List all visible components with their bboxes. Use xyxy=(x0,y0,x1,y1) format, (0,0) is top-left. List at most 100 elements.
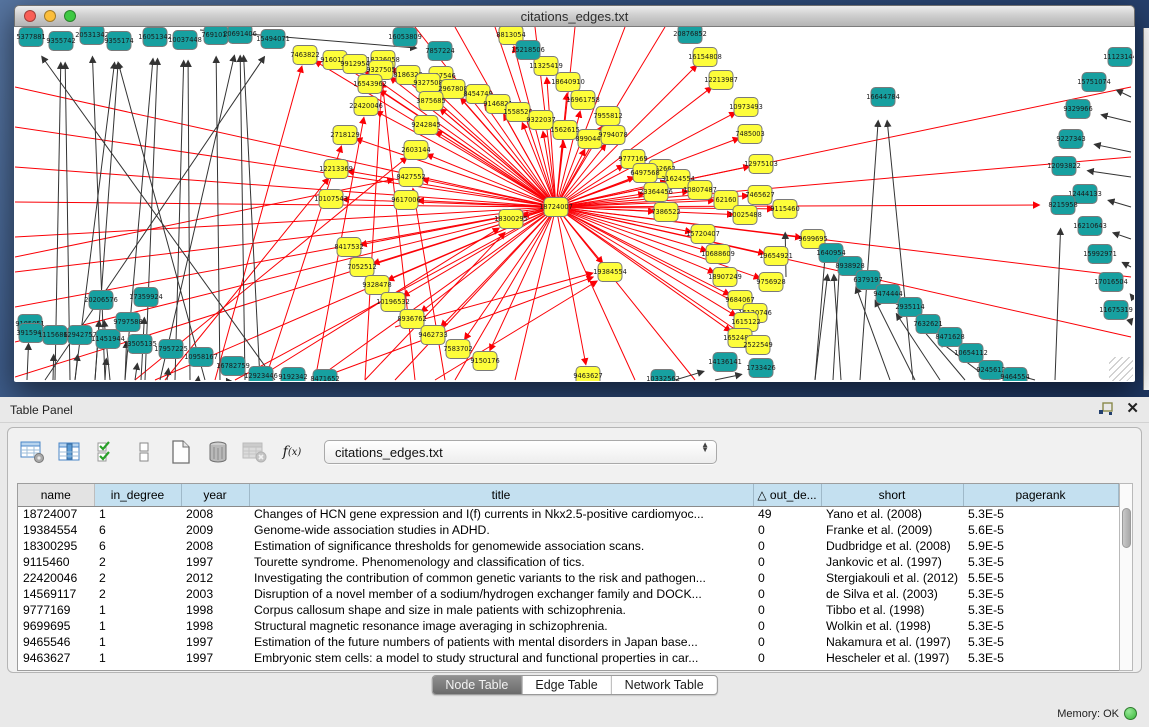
graph-node[interactable]: 9115460 xyxy=(770,200,799,219)
graph-node[interactable]: 15494071 xyxy=(256,30,290,49)
table-cell[interactable]: 1 xyxy=(94,618,181,634)
table-cell[interactable]: 1 xyxy=(94,650,181,666)
table-cell[interactable]: 22420046 xyxy=(18,570,94,586)
table-cell[interactable]: Structural magnetic resonance image aver… xyxy=(249,618,753,634)
graph-node[interactable]: 17957225 xyxy=(154,340,188,359)
table-cell[interactable]: 5.3E-5 xyxy=(963,554,1118,570)
graph-node[interactable]: 7955812 xyxy=(593,107,622,126)
table-cell[interactable]: 19384554 xyxy=(18,522,94,538)
table-cell[interactable]: Estimation of the future numbers of pati… xyxy=(249,634,753,650)
graph-node[interactable]: 10196532 xyxy=(376,293,410,312)
graph-node[interactable]: 12975103 xyxy=(744,155,778,174)
graph-node[interactable]: 8215958 xyxy=(1048,196,1077,215)
graph-node[interactable]: 10332562 xyxy=(646,370,680,382)
table-cell[interactable]: 5.6E-5 xyxy=(963,522,1118,538)
graph-node[interactable]: 22420046 xyxy=(349,97,383,116)
graph-node[interactable]: 23364456 xyxy=(639,183,673,202)
table-cell[interactable]: 0 xyxy=(753,650,821,666)
table-cell[interactable]: 2 xyxy=(94,570,181,586)
table-cell[interactable]: 0 xyxy=(753,554,821,570)
table-row[interactable]: 1830029562008Estimation of significance … xyxy=(18,538,1118,554)
select-all-rows-icon[interactable] xyxy=(92,438,122,466)
graph-node[interactable]: 9192342 xyxy=(278,368,307,382)
table-cell[interactable]: 5.3E-5 xyxy=(963,506,1118,522)
table-cell[interactable]: 6 xyxy=(94,522,181,538)
graph-node[interactable]: 9355742 xyxy=(46,32,75,51)
table-row[interactable]: 977716911998Corpus callosum shape and si… xyxy=(18,602,1118,618)
graph-node[interactable]: 9227343 xyxy=(1056,130,1085,149)
table-cell[interactable]: Jankovic et al. (1997) xyxy=(821,554,963,570)
table-cell[interactable]: 9463627 xyxy=(18,650,94,666)
graph-node[interactable]: 12093822 xyxy=(1047,157,1081,176)
table-cell[interactable]: Tourette syndrome. Phenomenology and cla… xyxy=(249,554,753,570)
column-header-name[interactable]: name xyxy=(18,484,94,506)
graph-node[interactable]: 15992971 xyxy=(1083,245,1117,264)
table-cell[interactable]: 2008 xyxy=(181,506,249,522)
graph-node[interactable]: 7465627 xyxy=(745,186,774,205)
column-header-short[interactable]: short xyxy=(821,484,963,506)
table-cell[interactable]: 5.3E-5 xyxy=(963,634,1118,650)
graph-node[interactable]: 20876852 xyxy=(673,27,707,44)
table-cell[interactable]: 2003 xyxy=(181,586,249,602)
tab-edge-table[interactable]: Edge Table xyxy=(522,676,611,694)
graph-node[interactable]: 9355174 xyxy=(104,32,133,51)
table-cell[interactable]: 2008 xyxy=(181,538,249,554)
float-panel-icon[interactable] xyxy=(1098,402,1114,416)
graph-node[interactable]: 8936762 xyxy=(397,310,426,329)
graph-node[interactable]: 10107543 xyxy=(314,190,348,209)
graph-node[interactable]: 14136141 xyxy=(708,353,742,372)
graph-node[interactable]: 5377881 xyxy=(16,28,45,47)
table-cell[interactable]: de Silva et al. (2003) xyxy=(821,586,963,602)
table-cell[interactable]: Corpus callosum shape and size in male p… xyxy=(249,602,753,618)
table-cell[interactable]: Yano et al. (2008) xyxy=(821,506,963,522)
graph-node[interactable]: 10025488 xyxy=(728,206,762,225)
network-view-window[interactable]: citations_edges.txt 18724007746382291601… xyxy=(14,5,1135,382)
table-cell[interactable]: 5.3E-5 xyxy=(963,602,1118,618)
table-cell[interactable]: Investigating the contribution of common… xyxy=(249,570,753,586)
close-panel-icon[interactable]: ✕ xyxy=(1126,401,1139,416)
graph-node[interactable]: 16961758 xyxy=(566,91,600,110)
table-settings-icon[interactable] xyxy=(18,438,48,466)
graph-node[interactable]: 9462733 xyxy=(418,326,447,345)
table-cell[interactable]: 0 xyxy=(753,634,821,650)
graph-node[interactable]: 8471628 xyxy=(935,328,964,347)
clear-selection-icon[interactable] xyxy=(129,438,159,466)
table-cell[interactable]: 1 xyxy=(94,602,181,618)
graph-node[interactable]: 15720407 xyxy=(686,225,720,244)
table-cell[interactable]: Nakamura et al. (1997) xyxy=(821,634,963,650)
graph-node[interactable]: 18300295 xyxy=(494,210,528,229)
graph-node[interactable]: 15218506 xyxy=(511,41,545,60)
graph-node[interactable]: 19384554 xyxy=(593,263,627,282)
graph-node[interactable]: 11123144 xyxy=(1103,48,1134,67)
column-header-pagerank[interactable]: pagerank xyxy=(963,484,1118,506)
table-row[interactable]: 946554611997Estimation of the future num… xyxy=(18,634,1118,650)
table-row[interactable]: 1456911722003Disruption of a novel membe… xyxy=(18,586,1118,602)
table-cell[interactable]: 9699695 xyxy=(18,618,94,634)
memory-status-icon[interactable] xyxy=(1124,707,1137,720)
network-canvas[interactable]: 1872400774638229160128991295418226058932… xyxy=(15,27,1134,381)
graph-node[interactable]: 9464554 xyxy=(1000,368,1029,382)
table-cell[interactable]: Tibbo et al. (1998) xyxy=(821,602,963,618)
tab-network-table[interactable]: Network Table xyxy=(612,676,717,694)
graph-node[interactable]: 12213987 xyxy=(704,71,738,90)
graph-node[interactable]: 8471652 xyxy=(310,370,339,382)
table-cell[interactable]: 0 xyxy=(753,570,821,586)
table-cell[interactable]: 1 xyxy=(94,506,181,522)
graph-node[interactable]: 3875685 xyxy=(416,92,445,111)
graph-node[interactable]: 6497568 xyxy=(630,164,659,183)
table-cell[interactable]: 18724007 xyxy=(18,506,94,522)
table-row[interactable]: 969969511998Structural magnetic resonanc… xyxy=(18,618,1118,634)
table-cell[interactable]: 6 xyxy=(94,538,181,554)
graph-node[interactable]: 8417532 xyxy=(334,238,363,257)
table-row[interactable]: 946362711997Embryonic stem cells: a mode… xyxy=(18,650,1118,666)
graph-node[interactable]: 7583702 xyxy=(443,340,472,359)
graph-node[interactable]: 9463627 xyxy=(573,367,602,382)
table-dropdown[interactable]: citations_edges.txt ▲▼ xyxy=(324,440,717,464)
column-header-year[interactable]: year xyxy=(181,484,249,506)
table-cell[interactable]: 18300295 xyxy=(18,538,94,554)
table-row[interactable]: 1938455462009Genome-wide association stu… xyxy=(18,522,1118,538)
table-cell[interactable]: 1998 xyxy=(181,618,249,634)
table-cell[interactable]: 1998 xyxy=(181,602,249,618)
table-cell[interactable]: Genome-wide association studies in ADHD. xyxy=(249,522,753,538)
graph-node[interactable]: 18724007 xyxy=(539,198,573,217)
